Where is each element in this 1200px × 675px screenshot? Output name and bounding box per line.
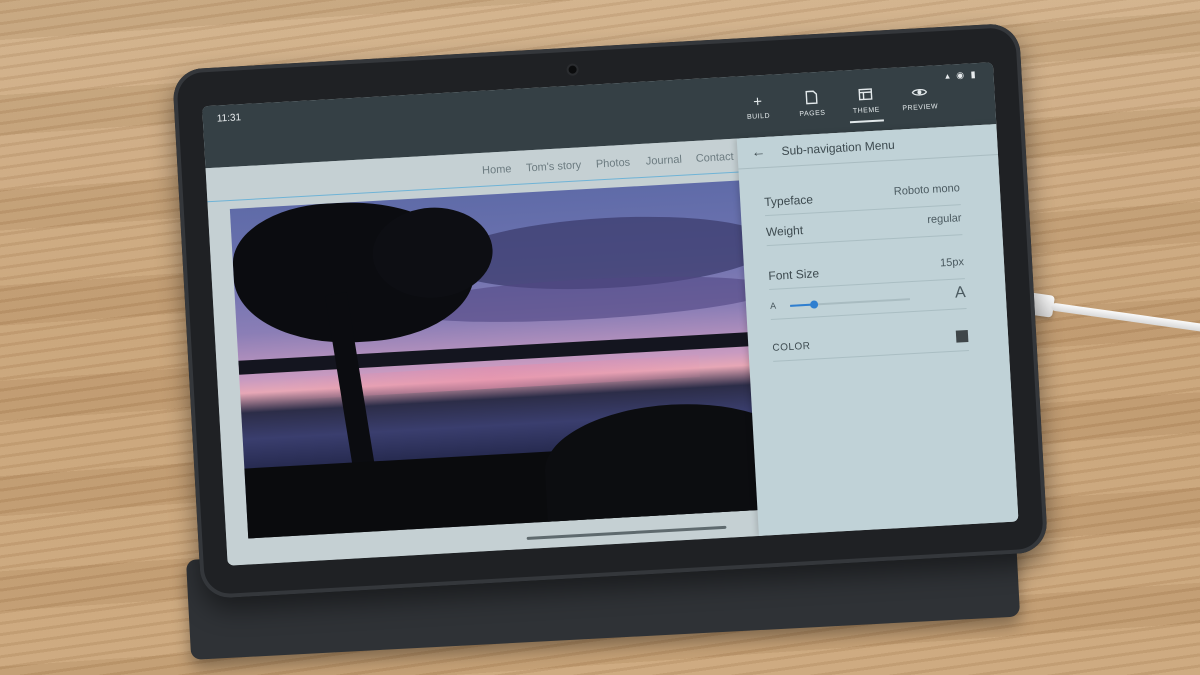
nav-item-toms-story[interactable]: Tom's story (526, 159, 582, 174)
nav-item-contact[interactable]: Contact (695, 151, 734, 165)
tablet-screen: 11:31 ▴ ◉ ▮ + BUILD PAGES THEME PREVIEW … (202, 62, 1019, 566)
panel-title: Sub-navigation Menu (781, 137, 896, 159)
pages-label: PAGES (799, 109, 826, 119)
nav-item-home[interactable]: Home (482, 163, 512, 177)
page-icon (784, 89, 839, 110)
preview-label: PREVIEW (902, 103, 939, 113)
weight-label: Weight (765, 223, 804, 240)
slider-min-label: A (769, 300, 777, 311)
foreground-bush (541, 397, 786, 532)
typeface-label: Typeface (763, 192, 814, 210)
build-button[interactable]: + BUILD (730, 92, 785, 122)
build-label: BUILD (746, 112, 771, 121)
color-row[interactable]: COLOR (771, 323, 969, 362)
preview-button[interactable]: PREVIEW (892, 83, 947, 113)
back-arrow-icon[interactable]: ← (751, 143, 766, 160)
slider-max-label: A (954, 284, 967, 302)
typeface-value[interactable]: Roboto mono (894, 182, 961, 198)
theme-icon (838, 86, 893, 107)
status-icons: ▴ ◉ ▮ (944, 69, 978, 81)
hero-photo (229, 178, 786, 539)
theme-label: THEME (852, 106, 881, 116)
slider-thumb[interactable] (809, 300, 819, 309)
status-time: 11:31 (216, 112, 242, 125)
font-size-value: 15px (939, 256, 965, 270)
nav-item-photos[interactable]: Photos (596, 157, 631, 171)
nav-item-journal[interactable]: Journal (646, 154, 683, 168)
pages-button[interactable]: PAGES (784, 89, 839, 119)
color-swatch[interactable] (955, 329, 969, 343)
font-size-slider[interactable] (790, 298, 910, 309)
font-size-label: Font Size (768, 266, 820, 284)
theme-settings-panel: ← Sub-navigation Menu Typeface Roboto mo… (736, 124, 1019, 536)
color-label: COLOR (772, 340, 811, 354)
theme-button[interactable]: THEME (838, 86, 893, 116)
front-camera (568, 65, 577, 74)
eye-icon (892, 83, 947, 104)
weight-value[interactable]: regular (927, 212, 962, 226)
tablet-device: 11:31 ▴ ◉ ▮ + BUILD PAGES THEME PREVIEW … (172, 22, 1049, 600)
plus-icon: + (752, 93, 763, 111)
